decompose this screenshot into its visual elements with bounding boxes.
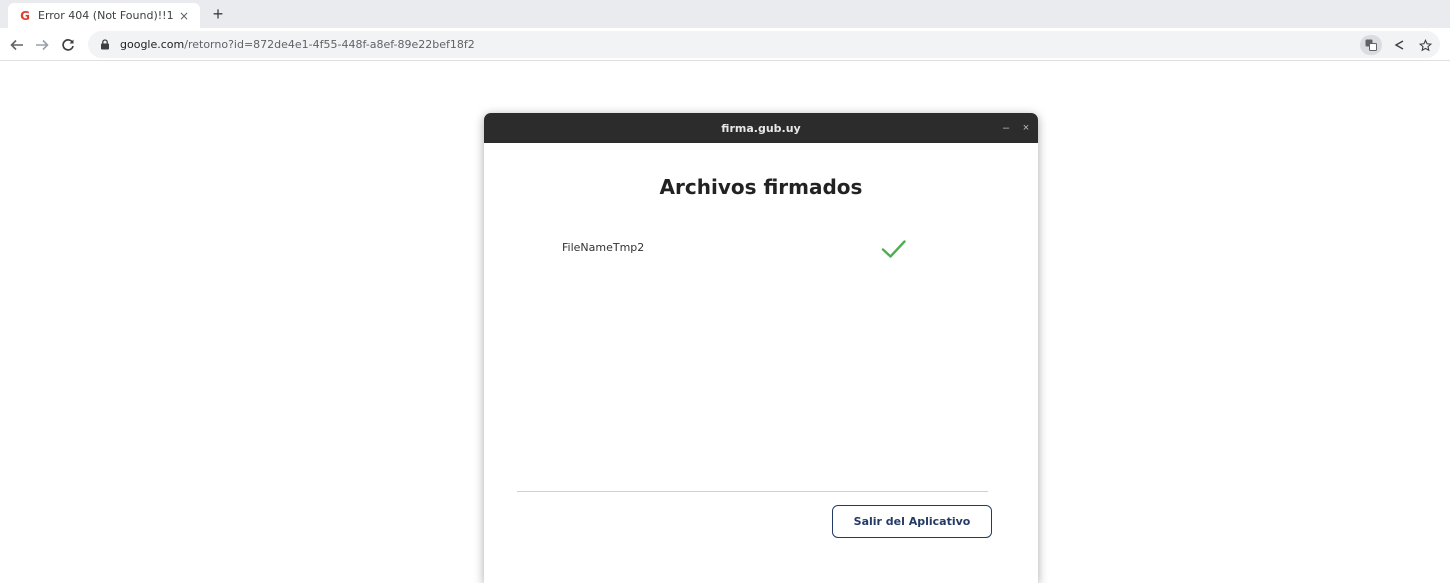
reload-icon	[62, 39, 74, 51]
reload-button[interactable]	[57, 34, 79, 56]
google-favicon-icon: G	[20, 8, 30, 23]
star-icon[interactable]	[1416, 36, 1434, 54]
tab-close-icon[interactable]: ×	[176, 8, 192, 24]
window-controls: – ×	[1000, 113, 1032, 143]
translate-icon[interactable]	[1360, 35, 1382, 55]
back-button[interactable]	[6, 34, 28, 56]
omnibox-actions	[1360, 34, 1434, 56]
address-bar[interactable]: google.com/retorno?id=872de4e1-4f55-448f…	[88, 31, 1440, 58]
checkmark-icon	[881, 240, 906, 258]
tab-title: Error 404 (Not Found)!!1	[38, 9, 174, 22]
arrow-left-icon	[10, 39, 23, 51]
share-icon[interactable]	[1390, 36, 1408, 54]
minimize-icon[interactable]: –	[1000, 121, 1012, 135]
window-title: firma.gub.uy	[721, 121, 801, 135]
file-name: FileNameTmp2	[562, 241, 645, 254]
firma-dialog-window: firma.gub.uy – × Archivos firmados FileN…	[484, 113, 1038, 583]
tab-strip: G Error 404 (Not Found)!!1 × +	[0, 0, 1450, 28]
url-path: /retorno?id=872de4e1-4f55-448f-a8ef-89e2…	[184, 38, 475, 51]
url-host: google.com	[120, 38, 185, 51]
list-item: FileNameTmp2	[562, 237, 922, 261]
close-icon[interactable]: ×	[1020, 121, 1032, 135]
new-tab-button[interactable]: +	[208, 4, 228, 24]
arrow-right-icon	[36, 39, 49, 51]
forward-button[interactable]	[31, 34, 53, 56]
lock-icon[interactable]	[98, 38, 112, 52]
browser-toolbar: google.com/retorno?id=872de4e1-4f55-448f…	[0, 28, 1450, 61]
window-titlebar[interactable]: firma.gub.uy – ×	[484, 113, 1038, 143]
divider	[517, 491, 988, 492]
page-title: Archivos firmados	[659, 175, 863, 199]
exit-app-button[interactable]: Salir del Aplicativo	[832, 505, 992, 538]
browser-tab[interactable]: G Error 404 (Not Found)!!1 ×	[8, 3, 200, 28]
